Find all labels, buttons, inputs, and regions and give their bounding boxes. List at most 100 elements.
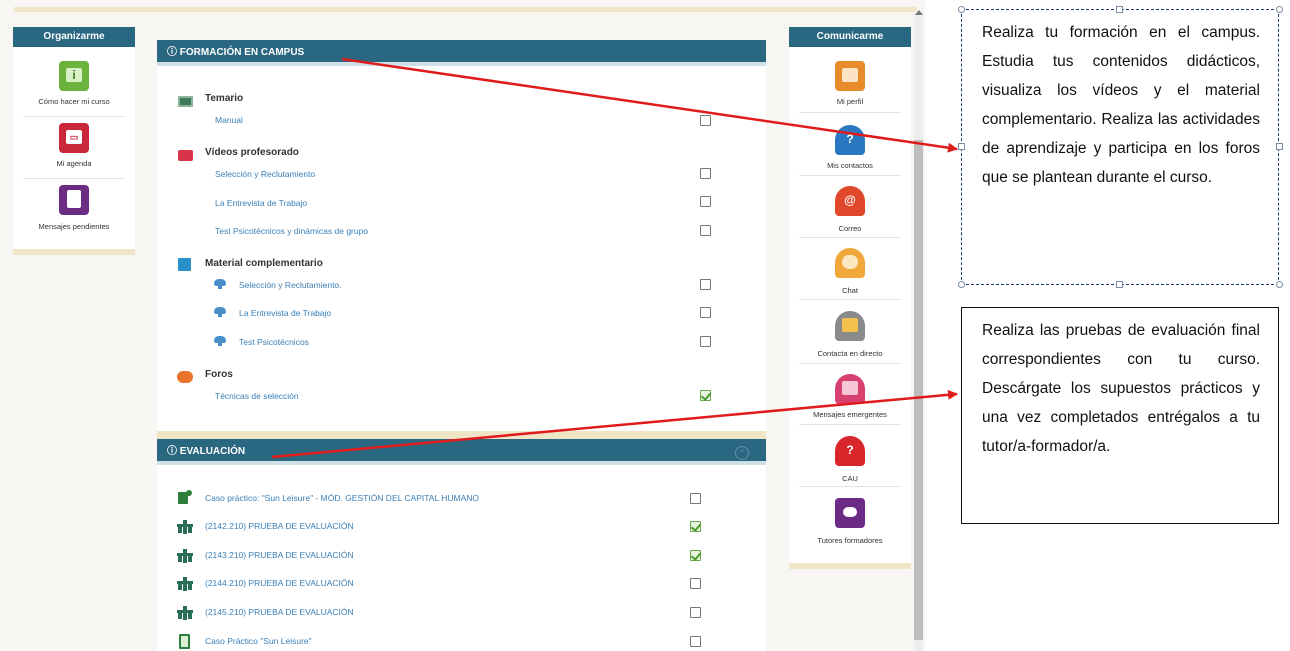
list-item-video[interactable]: La Entrevista de Trabajo bbox=[215, 198, 307, 208]
collapse-icon[interactable]: ⌃ bbox=[735, 446, 749, 460]
evaluation-callout-text: Realiza las pruebas de evaluación final … bbox=[982, 322, 1260, 455]
evaluation-item[interactable]: (2143.210) PRUEBA DE EVALUACIÓN bbox=[205, 550, 354, 560]
evaluation-item[interactable]: (2144.210) PRUEBA DE EVALUACIÓN bbox=[205, 578, 354, 588]
evaluation-item[interactable]: Caso práctico: "Sun Leisure" - MÓD. GEST… bbox=[205, 493, 479, 503]
progress-checkbox[interactable] bbox=[700, 307, 711, 318]
list-item-material[interactable]: La Entrevista de Trabajo bbox=[239, 308, 331, 318]
sidebar-item-label: Chat bbox=[842, 286, 858, 295]
progress-checkbox[interactable] bbox=[700, 279, 711, 290]
evaluation-item[interactable]: (2142.210) PRUEBA DE EVALUACIÓN bbox=[205, 521, 354, 531]
campus-callout: Realiza tu formación en el campus. Estud… bbox=[961, 9, 1279, 285]
sidebar-item-correo[interactable]: @ Correo bbox=[789, 182, 911, 238]
progress-checkbox-checked[interactable] bbox=[690, 521, 701, 532]
progress-checkbox[interactable] bbox=[700, 168, 711, 179]
category-material: Material complementario bbox=[205, 258, 323, 269]
resize-handle[interactable] bbox=[1116, 281, 1123, 288]
resize-handle[interactable] bbox=[1116, 6, 1123, 13]
resize-handle[interactable] bbox=[958, 281, 965, 288]
scroll-up-arrow[interactable] bbox=[915, 10, 923, 15]
list-item-manual[interactable]: Manual bbox=[215, 115, 243, 125]
sidebar-item-label: Cómo hacer mi curso bbox=[38, 97, 110, 106]
clipboard-icon bbox=[179, 634, 190, 649]
chat-icon bbox=[835, 248, 865, 278]
sidebar-item-mensajes-emergentes[interactable]: Mensajes emergentes bbox=[789, 370, 911, 426]
sidebar-item-label: Mensajes emergentes bbox=[813, 410, 887, 419]
comunicarme-panel: Comunicarme Mi perfil ? Mis contactos @ … bbox=[789, 27, 911, 569]
info-icon: i bbox=[59, 61, 89, 91]
category-videos: Vídeos profesorado bbox=[205, 147, 299, 158]
progress-checkbox-checked[interactable] bbox=[700, 390, 711, 401]
tutors-icon bbox=[835, 498, 865, 528]
progress-checkbox[interactable] bbox=[700, 115, 711, 126]
evaluation-item[interactable]: Caso Práctico "Sun Leisure" bbox=[205, 636, 312, 646]
progress-checkbox[interactable] bbox=[700, 225, 711, 236]
exam-icon bbox=[177, 606, 193, 620]
campus-callout-text: Realiza tu formación en el campus. Estud… bbox=[982, 24, 1260, 186]
comunicarme-title: Comunicarme bbox=[789, 27, 911, 47]
progress-checkbox[interactable] bbox=[690, 493, 701, 504]
sidebar-item-contacta-en-directo[interactable]: Contacta en directo bbox=[789, 307, 911, 363]
top-strip bbox=[14, 7, 917, 12]
evaluation-section-header[interactable]: ⓘ EVALUACIÓN bbox=[157, 439, 766, 465]
evaluation-item[interactable]: (2145.210) PRUEBA DE EVALUACIÓN bbox=[205, 607, 354, 617]
exam-icon bbox=[177, 549, 193, 563]
sidebar-item-como-hacer-mi-curso[interactable]: i Cómo hacer mi curso bbox=[13, 57, 135, 113]
contacts-icon: ? bbox=[835, 125, 865, 155]
exam-icon bbox=[177, 520, 193, 534]
organizarme-panel: Organizarme i Cómo hacer mi curso ▭ Mi a… bbox=[13, 27, 135, 255]
campus-section-header[interactable]: ⓘ FORMACIÓN EN CAMPUS bbox=[157, 40, 766, 66]
help-icon: ? bbox=[835, 436, 865, 466]
list-item-video[interactable]: Selección y Reclutamiento bbox=[215, 169, 315, 179]
sidebar-item-tutores-formadores[interactable]: Tutores formadores bbox=[789, 494, 911, 550]
download-cloud-icon bbox=[213, 306, 227, 317]
campus-page: Organizarme i Cómo hacer mi curso ▭ Mi a… bbox=[0, 0, 925, 651]
mail-icon: @ bbox=[835, 186, 865, 216]
sidebar-item-label: Contacta en directo bbox=[817, 349, 883, 358]
sidebar-item-cau[interactable]: ? CAU bbox=[789, 432, 911, 488]
sidebar-item-label: Mis contactos bbox=[827, 161, 873, 170]
sidebar-item-label: Tutores formadores bbox=[817, 536, 883, 545]
video-icon bbox=[178, 150, 193, 161]
progress-checkbox[interactable] bbox=[690, 607, 701, 618]
sidebar-item-chat[interactable]: Chat bbox=[789, 244, 911, 300]
content-panel: ⓘ FORMACIÓN EN CAMPUS Temario Manual Víd… bbox=[157, 40, 766, 651]
sidebar-item-label: Correo bbox=[838, 224, 862, 233]
progress-checkbox[interactable] bbox=[690, 578, 701, 589]
sidebar-item-mis-contactos[interactable]: ? Mis contactos bbox=[789, 119, 911, 175]
organizarme-title: Organizarme bbox=[13, 27, 135, 47]
list-item-material[interactable]: Selección y Reclutamiento. bbox=[239, 280, 342, 290]
document-icon bbox=[59, 185, 89, 215]
progress-checkbox[interactable] bbox=[700, 336, 711, 347]
resize-handle[interactable] bbox=[1276, 143, 1283, 150]
calendar-icon: ▭ bbox=[59, 123, 89, 153]
list-item-video[interactable]: Test Psicotécnicos y dinámicas de grupo bbox=[215, 226, 368, 236]
sidebar-item-label: Mensajes pendientes bbox=[38, 222, 110, 231]
book-icon bbox=[178, 96, 193, 107]
progress-checkbox[interactable] bbox=[700, 196, 711, 207]
exam-icon bbox=[177, 577, 193, 591]
sidebar-item-mensajes-pendientes[interactable]: Mensajes pendientes bbox=[13, 183, 135, 239]
resize-handle[interactable] bbox=[958, 143, 965, 150]
category-temario: Temario bbox=[205, 93, 244, 104]
resize-handle[interactable] bbox=[1276, 6, 1283, 13]
case-study-icon bbox=[178, 490, 192, 504]
live-contact-icon bbox=[835, 311, 865, 341]
progress-checkbox[interactable] bbox=[690, 636, 701, 647]
list-item-material[interactable]: Test Psicotécnicos bbox=[239, 337, 309, 347]
popup-messages-icon bbox=[835, 374, 865, 404]
resize-handle[interactable] bbox=[958, 6, 965, 13]
list-item-foro[interactable]: Técnicas de selección bbox=[215, 391, 299, 401]
evaluation-callout: Realiza las pruebas de evaluación final … bbox=[961, 307, 1279, 524]
profile-icon bbox=[835, 61, 865, 91]
progress-checkbox-checked[interactable] bbox=[690, 550, 701, 561]
sidebar-item-label: CAU bbox=[842, 474, 858, 483]
sidebar-item-label: Mi agenda bbox=[56, 159, 92, 168]
scrollbar-thumb[interactable] bbox=[914, 140, 923, 640]
download-cloud-icon bbox=[213, 335, 227, 346]
category-foros: Foros bbox=[205, 369, 233, 380]
sidebar-item-label: Mi perfil bbox=[836, 97, 864, 106]
sidebar-item-mi-agenda[interactable]: ▭ Mi agenda bbox=[13, 121, 135, 177]
sidebar-item-mi-perfil[interactable]: Mi perfil bbox=[789, 59, 911, 115]
download-cloud-icon bbox=[213, 278, 227, 289]
resize-handle[interactable] bbox=[1276, 281, 1283, 288]
